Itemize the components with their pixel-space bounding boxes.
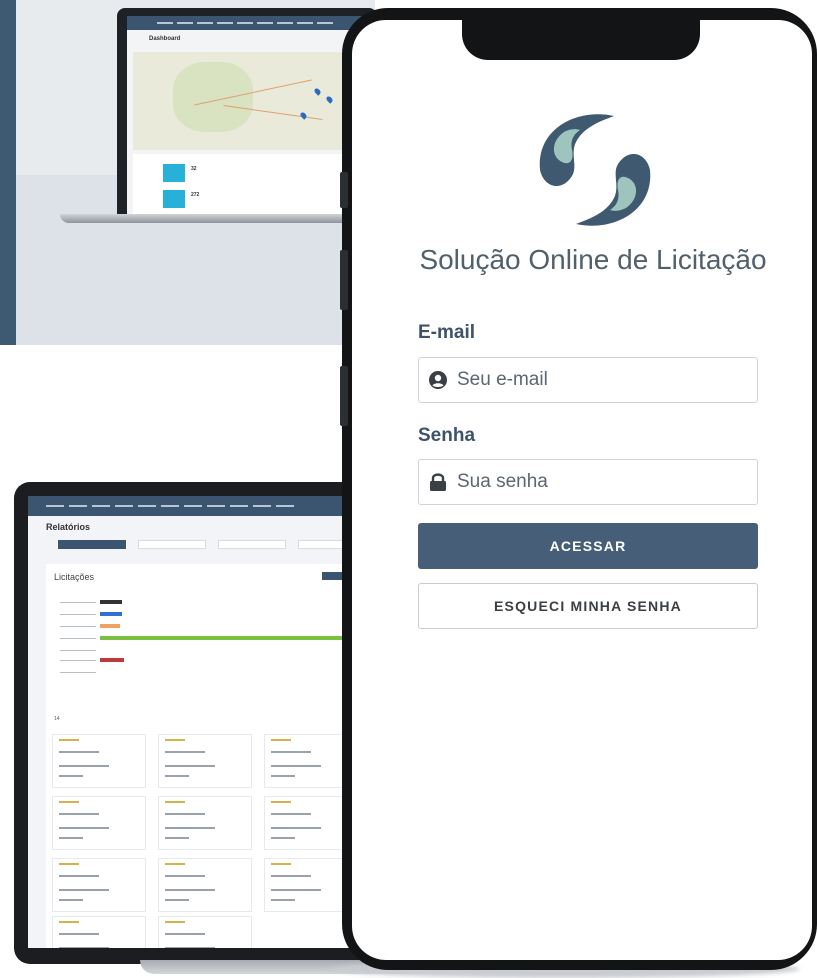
tablet-bar-chart <box>60 594 354 690</box>
tablet-tab[interactable] <box>138 540 206 549</box>
tablet-panel-title: Licitações <box>54 572 95 582</box>
password-placeholder: Sua senha <box>457 471 548 492</box>
tablet-summary-card <box>52 916 146 948</box>
phone-notch <box>462 8 700 60</box>
laptop-page-title: Dashboard <box>149 36 181 42</box>
tablet-summary-card <box>158 916 252 948</box>
laptop-base <box>60 214 360 223</box>
users-icon <box>163 164 185 182</box>
document-icon <box>163 190 185 208</box>
app-title: Solução Online de Licitação <box>419 244 767 275</box>
map-pin-icon <box>299 111 308 120</box>
email-label: E-mail <box>418 322 476 343</box>
user-circle-icon <box>427 369 449 391</box>
app-logo <box>539 114 651 226</box>
password-label: Senha <box>418 425 476 446</box>
tablet-tab[interactable] <box>58 540 126 549</box>
tablet-report-panel: Licitações 14 <box>46 564 368 948</box>
phone-side-button <box>340 172 348 208</box>
stat-value: 32 <box>191 166 197 172</box>
tablet-summary-card <box>158 858 252 912</box>
tablet-summary-card <box>52 734 146 788</box>
background-strip <box>0 0 16 345</box>
password-field[interactable]: Sua senha <box>418 459 758 505</box>
tablet-tabs <box>46 540 366 550</box>
tablet-metric-value: 14 <box>54 716 60 722</box>
stat-value: 272 <box>191 192 200 198</box>
forgot-password-button[interactable]: ESQUECI MINHA SENHA <box>418 583 758 629</box>
email-field[interactable]: Seu e-mail <box>418 357 758 403</box>
tablet-summary-card <box>158 734 252 788</box>
map-pin-icon <box>325 95 334 104</box>
phone-side-button <box>340 250 348 310</box>
phone-side-button <box>340 366 348 426</box>
tablet-screen: Relatórios Licitações 14 <box>28 496 386 948</box>
tablet-page-title: Relatórios <box>46 522 91 532</box>
email-placeholder: Seu e-mail <box>457 369 548 390</box>
tablet-tab[interactable] <box>218 540 286 549</box>
tablet-summary-card <box>52 796 146 850</box>
tablet-summary-card <box>158 796 252 850</box>
login-button[interactable]: ACESSAR <box>418 523 758 569</box>
lock-icon <box>427 471 449 493</box>
laptop-nav-bar <box>127 16 377 30</box>
tablet-summary-card <box>52 858 146 912</box>
laptop-map <box>133 52 377 150</box>
tablet-nav-bar <box>28 496 386 516</box>
map-pin-icon <box>313 87 322 96</box>
